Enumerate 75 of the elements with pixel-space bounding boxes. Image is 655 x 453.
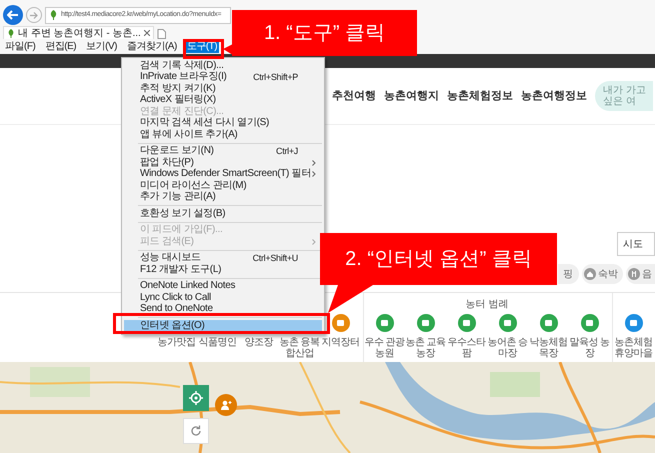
- legend-label: 낙농체험 목장: [528, 337, 568, 359]
- menu-item[interactable]: 인터넷 옵션(O): [124, 320, 322, 332]
- menu-item[interactable]: 다운로드 보기(N) Ctrl+J: [124, 146, 322, 157]
- chip-label: 핑: [563, 268, 573, 282]
- legend-marker: [416, 314, 434, 332]
- shortcut-text: Ctrl+Shift+P: [253, 72, 299, 82]
- legend-label: 농촌 교육농장: [405, 337, 446, 359]
- leaf-icon: [7, 28, 15, 38]
- legend-label: 양조장: [243, 337, 274, 348]
- chip-label: 음: [642, 268, 652, 282]
- forward-button[interactable]: [26, 7, 42, 23]
- refresh-icon: [190, 425, 202, 437]
- callout-pointer: [328, 285, 374, 314]
- menu-item[interactable]: 마지막 검색 세션 다시 열기(S): [124, 118, 322, 129]
- filter-chip[interactable]: 핑: [558, 264, 579, 284]
- menu-item[interactable]: 검색 기록 삭제(D)...: [124, 60, 322, 72]
- menu-item[interactable]: 추가 기능 관리(A): [124, 192, 322, 203]
- menu-item[interactable]: InPrivate 브라우징(I) Ctrl+Shift+P: [124, 72, 322, 83]
- callout: 1. “도구” 클릭: [232, 10, 417, 56]
- menu-bar-item[interactable]: 편집(E): [43, 40, 78, 53]
- nav-link[interactable]: 농촌여행지: [384, 88, 439, 104]
- legend-label: 우수 관광농원: [364, 337, 405, 359]
- legend-label: 식품명인: [198, 337, 238, 348]
- menu-item[interactable]: 성능 대시보드 Ctrl+Shift+U: [124, 252, 322, 264]
- back-button[interactable]: [3, 5, 23, 25]
- legend-label: 말육성 농장: [569, 337, 610, 359]
- legend-marker: [540, 314, 558, 332]
- legend-label: 농어촌 승마장: [487, 337, 528, 359]
- menu-item[interactable]: 호환성 보기 설정(B): [124, 208, 322, 220]
- new-tab-icon[interactable]: [156, 29, 166, 39]
- tab-title: 내 주변 농촌여행지 - 농촌...: [18, 28, 141, 38]
- arrow-left-icon: [7, 10, 19, 20]
- menu-item[interactable]: 팝업 차단(P): [124, 157, 322, 168]
- crosshair-icon: [189, 391, 203, 405]
- close-icon[interactable]: [144, 30, 150, 36]
- legend-label: 지역장터: [320, 337, 360, 348]
- locate-button[interactable]: [183, 385, 209, 411]
- legend-label: 우수스타팜: [446, 337, 487, 359]
- chip-label: 숙박: [598, 268, 618, 282]
- arrow-right-icon: [30, 12, 38, 18]
- legend-label: 농가맛집: [156, 337, 196, 348]
- menu-item[interactable]: 추적 방지 켜기(K): [124, 83, 322, 94]
- menu-item[interactable]: Lync Click to Call: [124, 292, 322, 304]
- menu-bar-item[interactable]: 파일(F): [3, 40, 38, 53]
- person-plus-icon: [220, 400, 232, 410]
- region-select[interactable]: 시도: [617, 232, 655, 256]
- menu-bar-item[interactable]: 보기(V): [84, 40, 119, 53]
- menu-item[interactable]: OneNote Linked Notes: [124, 280, 322, 292]
- menu-item[interactable]: 미디어 라이선스 관리(M): [124, 180, 322, 192]
- filter-chip[interactable]: 숙박: [582, 264, 623, 284]
- legend-title: 농터 범례: [466, 299, 508, 312]
- house-icon: [584, 268, 596, 280]
- nav-link[interactable]: 추천여행: [332, 88, 376, 104]
- menu-item[interactable]: F12 개발자 도구(L): [124, 264, 322, 276]
- shortcut-text: Ctrl+Shift+U: [252, 253, 299, 264]
- legend-label: 농촌체험 휴양마을: [614, 337, 654, 359]
- nav-link[interactable]: 농촌체험정보: [447, 88, 513, 104]
- menu-bar-item[interactable]: 즐겨찾기(A): [124, 40, 179, 53]
- legend-label: 농촌 융복합산업: [279, 337, 320, 359]
- browser-tab[interactable]: 내 주변 농촌여행지 - 농촌...: [3, 26, 154, 39]
- menu-item[interactable]: 앱 뷰에 사이트 추가(A): [124, 129, 322, 140]
- select-value: 시도: [623, 238, 643, 252]
- refresh-button[interactable]: [183, 418, 209, 444]
- legend-marker: [458, 314, 476, 332]
- menu-item[interactable]: Windows Defender SmartScreen(T) 필터: [124, 168, 322, 180]
- legend-marker: [498, 314, 516, 332]
- legend-marker: [376, 314, 394, 332]
- menu-item[interactable]: Send to OneNote: [124, 304, 322, 315]
- shortcut-text: Ctrl+J: [276, 146, 299, 156]
- nav-link[interactable]: 농촌여행정보: [521, 88, 587, 104]
- search-field[interactable]: 내가 가고 싶은 여: [595, 81, 653, 111]
- menu-item[interactable]: ActiveX 필터링(X): [124, 94, 322, 106]
- highlight-frame: [183, 39, 224, 59]
- leaf-icon: [49, 10, 58, 20]
- filter-chip[interactable]: 음: [626, 264, 655, 284]
